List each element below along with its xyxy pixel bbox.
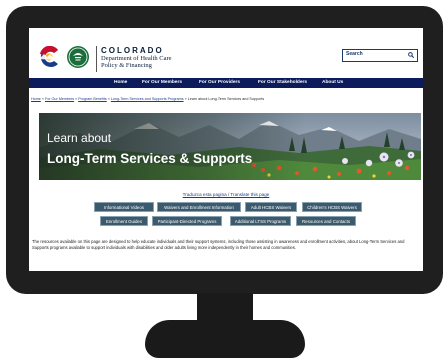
hero-banner: Learn about Long-Term Services & Support…	[39, 113, 421, 180]
mountain-meadow-image	[39, 113, 421, 180]
informational-videos-button[interactable]: Informational Videos	[94, 202, 154, 212]
breadcrumb-separator: »	[41, 97, 44, 101]
participant-directed-programs-button[interactable]: Participant-Directed Programs	[152, 216, 222, 226]
nav-for-our-members[interactable]: For Our Members	[142, 80, 182, 85]
childrens-hcbs-waivers-button[interactable]: Children's HCBS Waivers	[302, 202, 362, 212]
additional-ltss-programs-button[interactable]: Additional LTSS Programs	[230, 216, 291, 226]
site-header: COLORADO Department of Health Care Polic…	[29, 28, 423, 74]
search-input[interactable]: Search	[346, 51, 363, 57]
hero-title-line1: Learn about	[47, 131, 112, 145]
main-nav: Home For Our Members For Our Providers F…	[29, 78, 423, 88]
breadcrumb-separator: »	[184, 97, 187, 101]
breadcrumb-current: Learn about Long-Term Services and Suppo…	[187, 97, 265, 101]
breadcrumb-home[interactable]: Home	[31, 97, 41, 101]
org-title: COLORADO Department of Health Care Polic…	[96, 46, 172, 72]
enrollment-guides-button[interactable]: Enrollment Guides	[100, 216, 148, 226]
translate-link[interactable]: Traduzca esta pagina / Translate this pa…	[29, 192, 423, 197]
adult-hcbs-waivers-button[interactable]: Adult HCBS Waivers	[245, 202, 297, 212]
resources-contacts-button[interactable]: Resources and Contacts	[296, 216, 356, 226]
nav-for-our-stakeholders[interactable]: For Our Stakeholders	[258, 80, 307, 85]
monitor-base	[145, 320, 305, 358]
hcpf-seal-icon	[67, 46, 89, 68]
nav-for-our-providers[interactable]: For Our Providers	[199, 80, 240, 85]
breadcrumb-members[interactable]: For Our Members	[45, 97, 74, 101]
intro-paragraph: The resources available on this page are…	[32, 239, 405, 250]
monitor-frame: COLORADO Department of Health Care Polic…	[6, 6, 443, 294]
breadcrumb: Home » For Our Members » Program Benefit…	[31, 97, 264, 101]
hero-title-line2: Long-Term Services & Supports	[47, 151, 253, 166]
browser-screen: COLORADO Department of Health Care Polic…	[29, 28, 423, 271]
breadcrumb-benefits[interactable]: Program Benefits	[78, 97, 107, 101]
search-box[interactable]: Search	[342, 49, 418, 62]
breadcrumb-separator: »	[75, 97, 78, 101]
nav-about-us[interactable]: About Us	[322, 80, 343, 85]
search-icon[interactable]	[408, 52, 414, 58]
colorado-c-icon	[39, 46, 58, 67]
breadcrumb-ltss[interactable]: Long-Term Services and Supports Programs	[111, 97, 184, 101]
waivers-enrollment-button[interactable]: Waivers and Enrollment Information	[157, 202, 241, 212]
org-line1: Department of Health Care	[101, 55, 172, 62]
org-line2: Policy & Financing	[101, 62, 152, 69]
org-name: COLORADO	[101, 46, 164, 55]
nav-home[interactable]: Home	[114, 80, 127, 85]
breadcrumb-separator: »	[107, 97, 110, 101]
colorado-logo[interactable]	[37, 46, 93, 68]
